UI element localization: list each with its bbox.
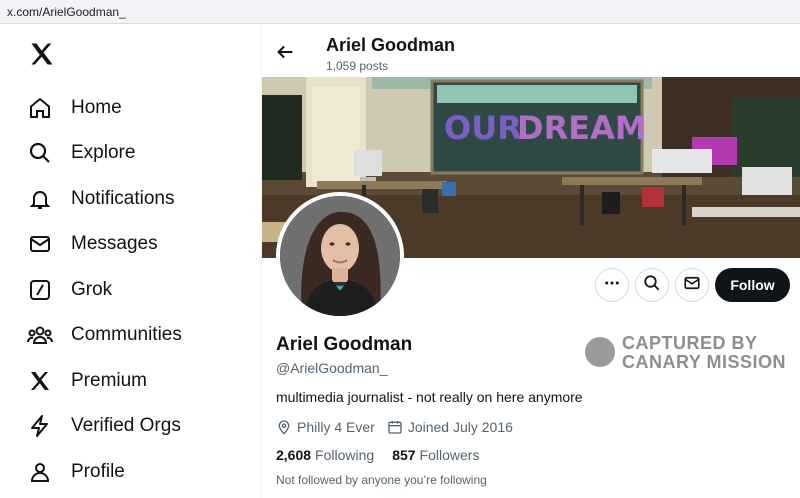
more-options-button[interactable] <box>595 268 629 302</box>
message-button[interactable] <box>675 268 709 302</box>
sidebar-item-label: Communities <box>71 324 182 345</box>
profile-handle: @ArielGoodman_ <box>276 360 388 376</box>
sidebar-item-label: Messages <box>71 233 158 254</box>
sidebar-item-notifications[interactable]: Notifications <box>26 181 175 217</box>
search-profile-button[interactable] <box>635 268 669 302</box>
more-icon <box>603 274 621 297</box>
calendar-icon <box>388 421 402 434</box>
home-icon <box>26 94 54 122</box>
profile-header: Ariel Goodman 1,059 posts <box>262 24 800 77</box>
x-logo-icon <box>26 367 54 395</box>
x-logo-icon[interactable] <box>28 40 56 68</box>
profile-name: Ariel Goodman <box>276 334 413 355</box>
browser-address-bar[interactable]: x.com/ArielGoodman_ <box>0 0 800 24</box>
following-label: Following <box>315 447 375 463</box>
follow-button[interactable]: Follow <box>715 268 790 302</box>
location-pin-icon <box>278 420 290 435</box>
svg-text:OUR: OUR <box>444 109 522 147</box>
sidebar-item-label: Grok <box>71 279 113 300</box>
post-count: 1,059 posts <box>326 59 389 73</box>
joined-item: Joined July 2016 <box>387 419 513 435</box>
sidebar-item-profile[interactable]: Profile <box>26 454 125 490</box>
profile-avatar[interactable] <box>276 192 404 320</box>
url-text[interactable]: x.com/ArielGoodman_ <box>7 5 126 19</box>
profile-meta: Philly 4 Ever Joined July 2016 <box>276 417 525 437</box>
sidebar-item-label: Premium <box>71 370 148 391</box>
sidebar-item-label: Notifications <box>71 188 175 209</box>
envelope-icon <box>683 274 701 297</box>
sidebar-item-explore[interactable]: Explore <box>26 135 135 171</box>
bell-icon <box>26 185 54 213</box>
following-link[interactable]: 2,608 Following <box>276 447 374 463</box>
envelope-icon <box>26 230 54 258</box>
followers-link[interactable]: 857 Followers <box>392 447 479 463</box>
sidebar-item-messages[interactable]: Messages <box>26 226 158 262</box>
joined-text: Joined July 2016 <box>407 419 513 435</box>
canary-seal-icon <box>585 337 615 367</box>
sidebar-item-grok[interactable]: Grok <box>26 272 112 308</box>
sidebar-item-label: Profile <box>71 461 125 482</box>
profile-bio: multimedia journalist - not really on he… <box>276 389 583 405</box>
captured-by-watermark: CAPTURED BY CANARY MISSION <box>585 333 786 373</box>
followers-label: Followers <box>419 447 480 463</box>
watermark-line1: CAPTURED BY <box>622 333 758 353</box>
sidebar-item-label: Verified Orgs <box>71 415 181 436</box>
following-count: 2,608 <box>276 447 312 463</box>
svg-text:DREAM: DREAM <box>517 109 647 147</box>
location-text: Philly 4 Ever <box>297 419 375 435</box>
profile-column: Ariel Goodman 1,059 posts OUR DREAM Foll… <box>262 24 800 498</box>
sidebar-item-label: Home <box>71 97 122 118</box>
grok-icon <box>26 276 54 304</box>
not-followed-notice: Not followed by anyone you’re following <box>276 473 487 487</box>
follow-stats: 2,608 Following 857 Followers <box>276 445 497 465</box>
sidebar: Home Explore Notifications Messages Grok… <box>0 24 261 498</box>
sidebar-item-label: Explore <box>71 142 136 163</box>
person-icon <box>26 458 54 486</box>
sidebar-item-verified-orgs[interactable]: Verified Orgs <box>26 408 181 444</box>
lightning-icon <box>26 412 54 440</box>
watermark-line2: CANARY MISSION <box>622 352 787 372</box>
people-icon <box>26 321 54 349</box>
back-arrow-icon[interactable] <box>274 41 296 63</box>
header-title: Ariel Goodman <box>326 35 456 55</box>
sidebar-item-home[interactable]: Home <box>26 90 122 126</box>
search-icon <box>643 274 661 297</box>
location-item: Philly 4 Ever <box>276 419 375 435</box>
search-icon <box>26 139 54 167</box>
followers-count: 857 <box>392 447 416 463</box>
sidebar-item-communities[interactable]: Communities <box>26 317 182 353</box>
sidebar-item-premium[interactable]: Premium <box>26 363 147 399</box>
